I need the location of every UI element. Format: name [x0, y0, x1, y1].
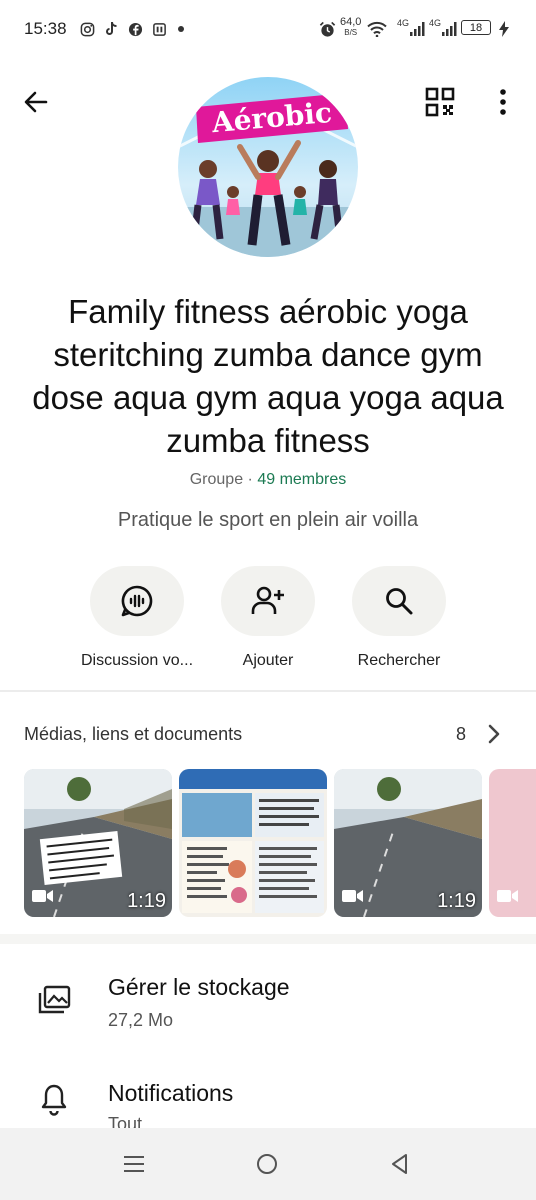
voice-chat-icon[interactable]: [90, 566, 184, 636]
network-speed-unit: B/S: [344, 28, 358, 37]
alarm-icon: [318, 20, 336, 38]
mobile-signal-2-icon: 4G: [428, 18, 458, 38]
notifications-row[interactable]: Notifications Tout: [0, 1060, 536, 1128]
storage-size: 27,2 Mo: [108, 1010, 174, 1030]
status-time: 15:38: [24, 19, 67, 38]
notifications-level: Tout: [108, 1114, 143, 1128]
app-notification-icon: [150, 20, 168, 38]
group-title: Family fitness aérobic yoga steritching …: [32, 293, 504, 459]
group-meta: Groupe · 49 membres: [0, 471, 536, 489]
media-thumbnail-video[interactable]: 1:19: [334, 769, 482, 917]
charging-icon: [496, 20, 512, 38]
network-speed: 64,0 B/S: [340, 17, 361, 38]
status-bar: 15:38 64,0 B/S 4G 4G 18: [0, 0, 536, 60]
add-member-label: Ajouter: [242, 652, 294, 669]
storage-icon: [36, 982, 72, 1018]
video-duration: 1:19: [437, 890, 476, 912]
video-camera-icon: [32, 888, 54, 909]
search-icon[interactable]: [352, 566, 446, 636]
search-button[interactable]: Rechercher: [334, 566, 464, 676]
more-notifications-dot-icon: [176, 20, 186, 38]
add-user-icon[interactable]: [221, 566, 315, 636]
media-thumbnail-video[interactable]: [489, 769, 536, 917]
video-duration: 1:19: [127, 890, 166, 912]
search-label: Rechercher: [357, 652, 441, 669]
home-icon[interactable]: [255, 1152, 279, 1176]
signal-2-label: 4G: [428, 18, 441, 28]
add-member-button[interactable]: Ajouter: [203, 566, 333, 676]
group-avatar[interactable]: Aérobic: [178, 77, 358, 257]
back-nav-icon[interactable]: [388, 1152, 412, 1176]
network-speed-value: 64,0: [340, 16, 362, 28]
manage-storage-row[interactable]: Gérer le stockage 27,2 Mo: [0, 954, 536, 1044]
media-count[interactable]: 8: [456, 724, 466, 745]
more-options-icon[interactable]: [490, 86, 516, 118]
section-divider: [0, 934, 536, 944]
video-camera-icon: [342, 888, 364, 909]
battery-indicator: 18: [461, 20, 491, 35]
chevron-right-icon[interactable]: [484, 722, 504, 746]
media-section-title[interactable]: Médias, liens et documents: [24, 724, 242, 745]
recent-apps-icon[interactable]: [122, 1152, 146, 1176]
video-camera-icon: [497, 888, 519, 909]
group-description: Pratique le sport en plein air voilla: [117, 509, 419, 531]
media-thumbnail-video[interactable]: 1:19: [24, 769, 172, 917]
member-count-link[interactable]: 49 membres: [257, 471, 346, 488]
notifications-title: Notifications: [108, 1080, 234, 1106]
meta-separator: ·: [243, 471, 258, 488]
wifi-icon: [366, 20, 388, 38]
voice-chat-button[interactable]: Discussion vo...: [72, 566, 202, 676]
tiktok-icon: [102, 20, 120, 38]
qr-code-icon[interactable]: [424, 86, 456, 118]
back-arrow-icon[interactable]: [20, 86, 52, 118]
voice-chat-label: Discussion vo...: [80, 652, 194, 669]
mobile-signal-1-icon: 4G: [396, 18, 426, 38]
group-type: Groupe: [189, 471, 244, 488]
media-thumbnail-image[interactable]: [179, 769, 327, 917]
signal-1-label: 4G: [396, 18, 409, 28]
facebook-icon: [126, 20, 144, 38]
bell-icon: [38, 1082, 74, 1118]
section-divider: [0, 690, 536, 692]
manage-storage-title: Gérer le stockage: [108, 974, 290, 1000]
instagram-icon: [78, 20, 96, 38]
system-navigation-bar: [0, 1128, 536, 1200]
